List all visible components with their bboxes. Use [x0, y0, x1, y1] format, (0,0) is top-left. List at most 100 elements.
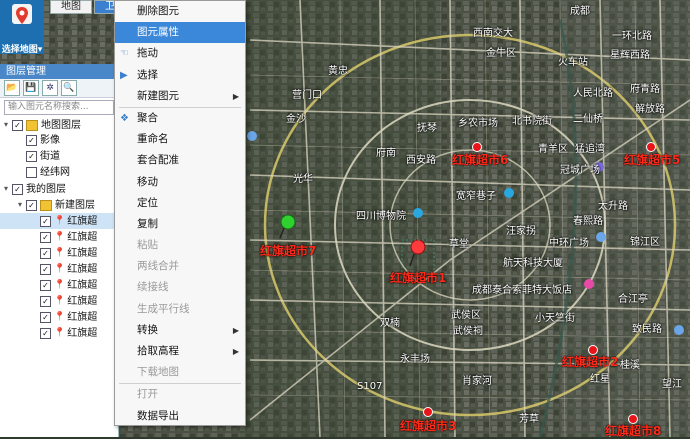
tree-node[interactable]: ✓ 街道 [0, 149, 118, 165]
layer-checkbox[interactable] [26, 166, 37, 178]
map-label: 营门口 [292, 90, 322, 101]
menu-item[interactable]: 拾取高程 ▶ [115, 341, 245, 362]
map-label: 火车站 [558, 57, 588, 68]
map-label: 光华 [293, 174, 313, 185]
tree-node[interactable]: ✓ 📍 红旗超 [0, 277, 118, 293]
layer-checkbox[interactable]: ✓ [40, 279, 51, 291]
map-label: 宽窄巷子 [456, 191, 496, 202]
layer-checkbox[interactable]: ✓ [40, 295, 51, 307]
menu-item[interactable]: ▶ 选择 [115, 65, 245, 86]
tree-node-label: 红旗超 [67, 232, 98, 243]
layer-panel: 图层管理 📂 💾 ✲ 🔍 输入图元名称搜索... ▾ ✓ 地图图层 ✓ 影像 ✓ 街道 经纬网… [0, 64, 119, 437]
marker-label[interactable]: 红旗超市6 [452, 151, 508, 168]
tree-node-label: 红旗超 [67, 296, 98, 307]
menu-item[interactable]: 新建图元 ▶ [115, 86, 245, 107]
poi-circle-icon[interactable] [596, 232, 606, 242]
layer-checkbox[interactable]: ✓ [40, 311, 51, 323]
menu-item-label: 两线合并 [137, 260, 179, 273]
marker-label[interactable]: 红旗超市3 [400, 417, 456, 434]
map-label: 西南交大 [473, 28, 513, 39]
menu-item: 粘贴 [115, 235, 245, 256]
submenu-arrow-icon: ▶ [232, 91, 239, 101]
menu-item: 打开 [115, 384, 245, 405]
menu-item[interactable]: 套合配准 [115, 150, 245, 171]
tree-node[interactable]: ✓ 📍 红旗超 [0, 309, 118, 325]
settings-icon[interactable]: ✲ [42, 80, 58, 96]
tree-node[interactable]: 经纬网 [0, 165, 118, 181]
menu-item[interactable]: 图元属性 [115, 22, 245, 44]
tree-node[interactable]: ▾ ✓ 地图图层 [0, 117, 118, 133]
open-folder-icon[interactable]: 📂 [4, 80, 20, 96]
tree-node[interactable]: ✓ 影像 [0, 133, 118, 149]
marker-label[interactable]: 红旗超市7 [260, 242, 316, 259]
pin-icon: 📍 [54, 296, 66, 306]
map-label: 解放路 [635, 104, 665, 115]
menu-item[interactable]: 转换 ▶ [115, 320, 245, 341]
menu-item[interactable]: 数据导出 [115, 406, 245, 427]
save-icon[interactable]: 💾 [23, 80, 39, 96]
map-selector-button[interactable]: 选择地图▾ [0, 0, 44, 55]
menu-item-label: 拾取高程 [137, 345, 179, 357]
layer-checkbox[interactable]: ✓ [26, 150, 37, 162]
marker-dot-icon[interactable] [423, 407, 433, 417]
layer-checkbox[interactable]: ✓ [40, 327, 51, 339]
pin-icon: 📍 [54, 232, 66, 242]
menu-item-label: 定位 [137, 196, 158, 209]
expand-icon[interactable]: ▾ [4, 181, 12, 197]
marker-label[interactable]: 红旗超市5 [624, 151, 680, 168]
tree-node-label: 红旗超 [67, 328, 98, 339]
tree-node[interactable]: ▾ ✓ 我的图层 [0, 181, 118, 197]
tree-node-label: 红旗超 [67, 264, 98, 275]
menu-item[interactable]: 重命名 [115, 129, 245, 150]
tree-node[interactable]: ✓ 📍 红旗超 [0, 325, 118, 341]
map-label: 草堂 [449, 239, 469, 250]
poi-circle-icon[interactable] [413, 208, 423, 218]
pin-icon: 📍 [54, 248, 66, 258]
poi-circle-icon[interactable] [247, 131, 257, 141]
menu-item[interactable]: ☜ 拖动 [115, 43, 245, 64]
poi-circle-icon[interactable] [504, 188, 514, 198]
map-label: 星辉西路 [610, 50, 650, 61]
search-input[interactable]: 输入图元名称搜索... [4, 100, 114, 115]
tree-node[interactable]: ✓ 📍 红旗超 [0, 245, 118, 261]
menu-item[interactable]: 删除图元 [115, 1, 245, 22]
poi-circle-icon[interactable] [674, 325, 684, 335]
map-label: 北书院街 [512, 116, 552, 127]
search-icon[interactable]: 🔍 [61, 80, 77, 96]
layer-checkbox[interactable]: ✓ [12, 119, 23, 131]
menu-item: 生成平行线 [115, 299, 245, 320]
layer-checkbox[interactable]: ✓ [26, 199, 37, 211]
menu-item-label: 重命名 [137, 133, 169, 146]
tree-node[interactable]: ✓ 📍 红旗超 [0, 261, 118, 277]
tree-node[interactable]: ✓ 📍 红旗超 [0, 213, 118, 229]
map-label: 桂溪 [620, 360, 640, 371]
layer-checkbox[interactable]: ✓ [40, 215, 51, 227]
map-label: 金沙 [286, 114, 306, 125]
marker-label[interactable]: 红旗超市8 [605, 422, 661, 439]
layer-checkbox[interactable]: ✓ [26, 134, 37, 146]
tree-node[interactable]: ✓ 📍 红旗超 [0, 293, 118, 309]
tree-node[interactable]: ✓ 📍 红旗超 [0, 229, 118, 245]
menu-item-label: 图元属性 [137, 26, 179, 39]
tab-map[interactable]: 地图 [50, 0, 92, 14]
layer-checkbox[interactable]: ✓ [12, 183, 23, 195]
layer-checkbox[interactable]: ✓ [40, 263, 51, 275]
layer-checkbox[interactable]: ✓ [40, 231, 51, 243]
tree-node-label: 地图图层 [41, 120, 81, 131]
menu-item[interactable]: 定位 [115, 193, 245, 214]
marker-label[interactable]: 红旗超市1 [390, 269, 446, 286]
poi-circle-icon[interactable] [584, 279, 594, 289]
menu-item[interactable]: 复制 [115, 214, 245, 235]
layer-checkbox[interactable]: ✓ [40, 247, 51, 259]
tree-node[interactable]: ▾ ✓ 新建图层 [0, 197, 118, 213]
expand-icon[interactable]: ▾ [18, 197, 26, 213]
menu-item-label: 聚合 [137, 111, 158, 124]
menu-item[interactable]: ❖ 聚合 [115, 108, 245, 129]
menu-item[interactable]: 移动 [115, 172, 245, 193]
menu-item-label: 粘贴 [137, 239, 158, 252]
map-label: 永丰场 [400, 354, 430, 365]
map-label: 冠城广场 [560, 165, 600, 176]
expand-icon[interactable]: ▾ [4, 117, 12, 133]
menu-item-label: 复制 [137, 217, 158, 230]
marker-label[interactable]: 红旗超市2 [562, 353, 618, 370]
